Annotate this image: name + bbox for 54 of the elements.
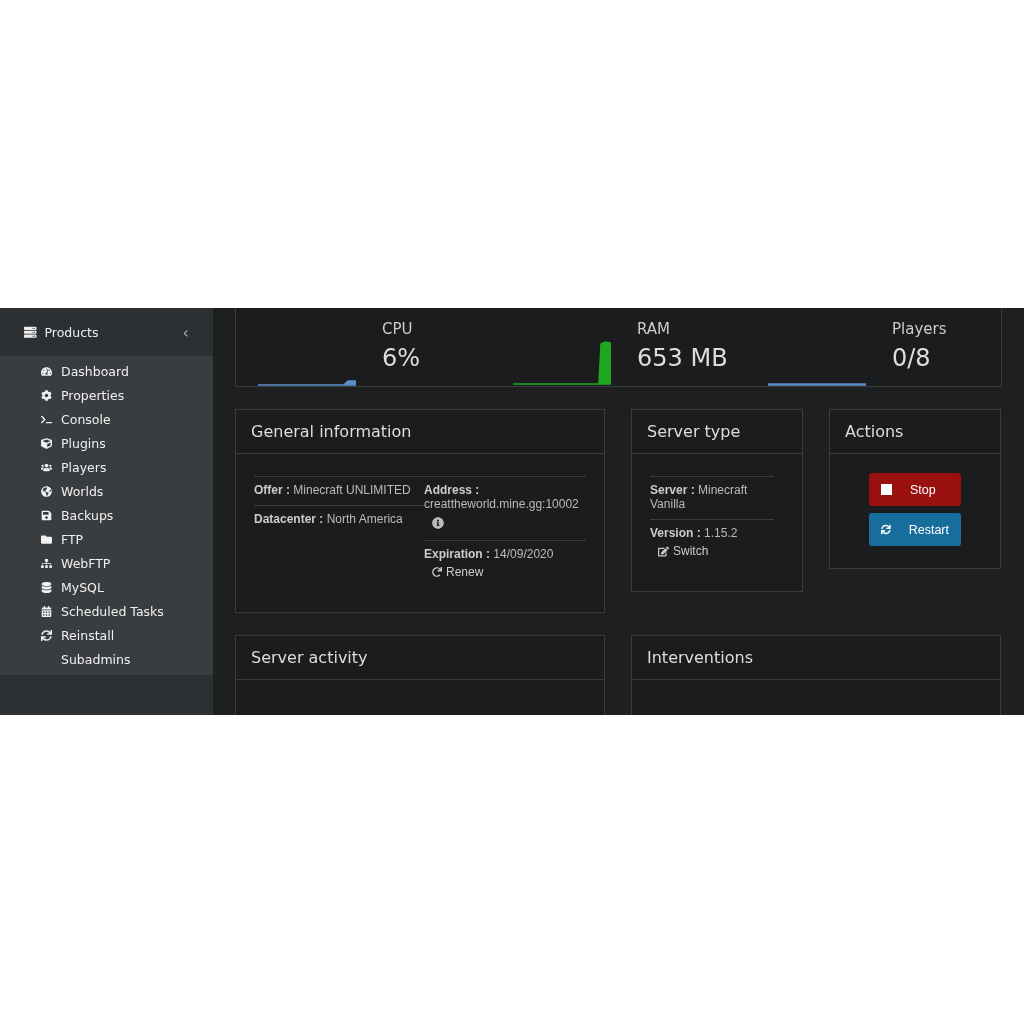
card-title: Server type xyxy=(632,410,802,454)
menu-icon xyxy=(41,365,52,377)
sidebar-item[interactable]: WebFTP xyxy=(0,551,213,575)
refresh-icon xyxy=(432,567,442,577)
sidebar-item[interactable]: FTP xyxy=(0,527,213,551)
sidebar-item[interactable]: Properties xyxy=(0,383,213,407)
menu-icon xyxy=(41,389,52,401)
menu-icon xyxy=(41,605,52,617)
stop-icon xyxy=(881,484,892,495)
menu-icon xyxy=(41,581,52,593)
info-text: Offer : Minecraft UNLIMITED xyxy=(254,483,411,497)
sidebar-item[interactable]: Reinstall xyxy=(0,623,213,647)
menu-icon xyxy=(41,557,52,569)
sidebar-item[interactable]: Subadmins xyxy=(0,647,213,671)
stat-label: CPU xyxy=(382,320,414,338)
card-title: Actions xyxy=(830,410,1000,454)
info-text: Server : Minecraft Vanilla xyxy=(650,483,748,511)
menu-icon xyxy=(41,461,52,473)
refresh-icon xyxy=(881,524,891,535)
stat-value: 6% xyxy=(382,344,421,372)
stat-value: 653 MB xyxy=(637,344,728,372)
sidebar-item[interactable]: Console xyxy=(0,407,213,431)
card-title: Interventions xyxy=(632,636,1000,680)
info-text: Datacenter : North America xyxy=(254,512,403,526)
renew-link[interactable]: Renew xyxy=(432,565,484,579)
menu-icon xyxy=(41,509,52,521)
stat-value: 0/8 xyxy=(892,344,932,372)
sidebar-item[interactable]: Dashboard xyxy=(0,359,213,383)
menu-icon xyxy=(41,437,52,449)
stat-label: Players xyxy=(892,320,947,338)
sidebar-item[interactable]: Worlds xyxy=(0,479,213,503)
menu-icon xyxy=(41,533,52,545)
sidebar-item[interactable]: Plugins xyxy=(0,431,213,455)
sidebar-item[interactable]: Backups xyxy=(0,503,213,527)
info-icon[interactable] xyxy=(432,517,444,529)
info-text: Expiration : 14/09/2020 xyxy=(424,547,554,561)
sidebar-item[interactable]: Players xyxy=(0,455,213,479)
card-title: Server activity xyxy=(236,636,604,680)
card-title: General information xyxy=(236,410,604,454)
sidebar-item[interactable]: MySQL xyxy=(0,575,213,599)
server-icon xyxy=(24,325,37,339)
stop-button[interactable]: Stop xyxy=(869,473,961,506)
menu-icon xyxy=(41,413,52,425)
restart-button[interactable]: Restart xyxy=(869,513,961,546)
menu-icon xyxy=(41,629,52,641)
edit-icon xyxy=(658,545,669,557)
collapse-arrow[interactable]: ‹ xyxy=(182,322,189,342)
sidebar-header[interactable]: Products xyxy=(44,324,175,340)
sidebar-item[interactable]: Scheduled Tasks xyxy=(0,599,213,623)
menu-icon xyxy=(41,485,52,497)
info-text: Version : 1.15.2 xyxy=(650,526,738,540)
stat-label: RAM xyxy=(637,320,672,338)
info-text: Address : creattheworld.mine.gg:10002 xyxy=(424,483,579,511)
switch-link[interactable]: Switch xyxy=(658,544,709,558)
